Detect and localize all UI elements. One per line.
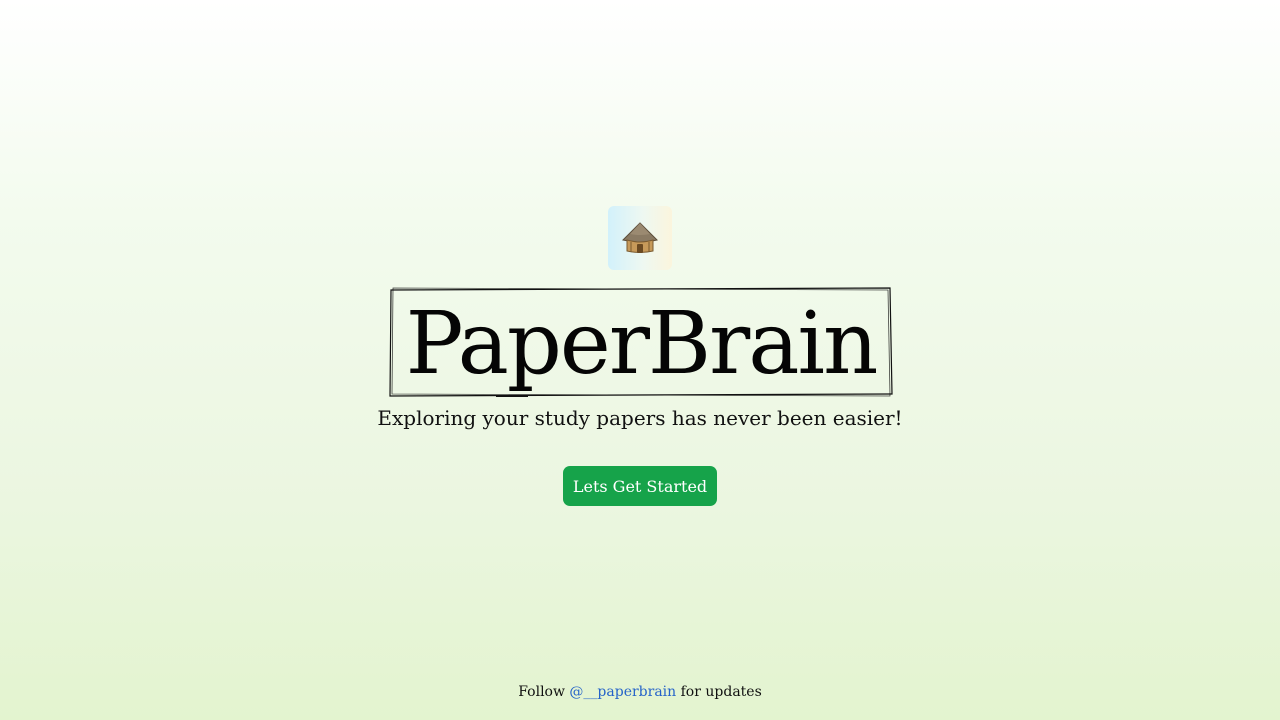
footer: Follow @__paperbrain for updates bbox=[0, 684, 1280, 700]
get-started-button[interactable]: Lets Get Started bbox=[563, 466, 717, 506]
app-title: PaperBrain bbox=[405, 294, 879, 394]
landing-hero: PaperBrain Exploring your study papers h… bbox=[0, 0, 1280, 720]
social-handle-link[interactable]: @__paperbrain bbox=[569, 684, 676, 700]
logo-tile bbox=[608, 206, 672, 270]
hut-icon bbox=[622, 222, 658, 253]
footer-prefix: Follow bbox=[518, 684, 565, 700]
title-box: PaperBrain bbox=[388, 286, 894, 398]
footer-suffix: for updates bbox=[680, 684, 762, 700]
tagline: Exploring your study papers has never be… bbox=[377, 406, 903, 430]
